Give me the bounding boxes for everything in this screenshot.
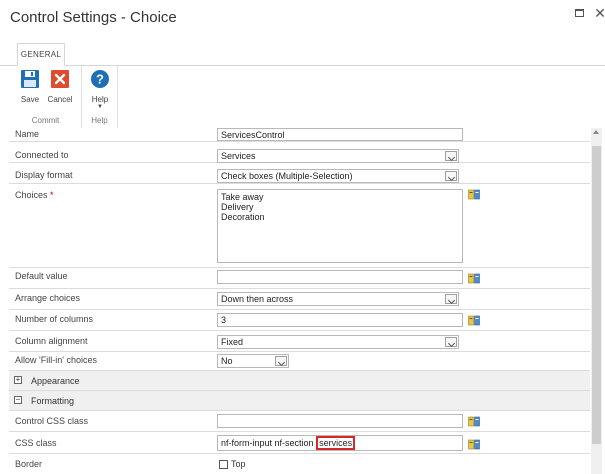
- expand-icon[interactable]: +: [14, 376, 22, 384]
- row-default-value: Default value: [9, 268, 590, 289]
- maximize-button[interactable]: [571, 5, 587, 21]
- maximize-icon: [574, 9, 584, 17]
- row-allow-fill-in: Allow 'Fill-in' choices No: [9, 352, 590, 371]
- number-of-columns-input[interactable]: 3: [217, 313, 463, 327]
- svg-text:?: ?: [96, 72, 104, 87]
- border-top-checkbox[interactable]: [219, 460, 228, 469]
- group-label-commit: Commit: [31, 116, 60, 125]
- css-class-value: nf-form-input nf-section: [221, 438, 314, 448]
- title-bar: Control Settings - Choice ✕: [0, 0, 605, 36]
- allow-fill-in-label: Allow 'Fill-in' choices: [15, 355, 97, 365]
- choices-label-text: Choices: [15, 190, 48, 200]
- default-value-label: Default value: [15, 271, 68, 281]
- cancel-button[interactable]: Cancel: [44, 69, 76, 104]
- settings-form: Name ServicesControl Connected to Servic…: [9, 128, 590, 474]
- chevron-down-icon: [445, 171, 457, 181]
- chevron-down-icon: [275, 356, 287, 366]
- chevron-down-icon: [445, 151, 457, 161]
- row-arrange-choices: Arrange choices Down then across: [9, 289, 590, 310]
- lookup-icon[interactable]: [468, 189, 480, 200]
- allow-fill-in-select[interactable]: No: [217, 354, 289, 368]
- row-connected-to: Connected to Services: [9, 142, 590, 163]
- border-label: Border: [15, 459, 43, 469]
- group-label-help: Help: [91, 116, 108, 125]
- connected-to-label: Connected to: [15, 150, 69, 160]
- required-mark: *: [50, 190, 54, 200]
- row-column-alignment: Column alignment Fixed: [9, 331, 590, 352]
- row-css-class: CSS class nf-form-input nf-section servi…: [9, 432, 590, 454]
- display-format-select[interactable]: Check boxes (Multiple-Selection): [217, 169, 459, 183]
- save-icon: [21, 70, 39, 88]
- allow-fill-in-value: No: [221, 356, 233, 366]
- connected-to-value: Services: [221, 151, 256, 161]
- lookup-icon[interactable]: [468, 439, 480, 450]
- scroll-up-icon[interactable]: [593, 130, 599, 134]
- collapse-icon[interactable]: −: [14, 396, 22, 404]
- css-class-highlight: services: [316, 436, 356, 450]
- border-top-label: Top: [231, 459, 246, 469]
- scrollbar-thumb[interactable]: [592, 146, 601, 444]
- column-alignment-label: Column alignment: [15, 336, 88, 346]
- tab-general[interactable]: GENERAL: [17, 43, 65, 66]
- save-label: Save: [20, 95, 40, 104]
- ribbon-group-help: ? Help ▼ Help: [82, 66, 118, 128]
- arrange-choices-select[interactable]: Down then across: [217, 292, 459, 306]
- close-icon: ✕: [594, 5, 605, 21]
- column-alignment-select[interactable]: Fixed: [217, 335, 459, 349]
- close-button[interactable]: ✕: [592, 5, 605, 21]
- ribbon-tabs: GENERAL: [0, 40, 605, 66]
- section-appearance[interactable]: + Appearance: [9, 371, 590, 391]
- css-class-label: CSS class: [15, 438, 57, 448]
- help-button[interactable]: ? Help ▼: [84, 69, 116, 110]
- window-title: Control Settings - Choice: [10, 9, 177, 26]
- name-label: Name: [15, 129, 40, 139]
- chevron-down-icon: [445, 337, 457, 347]
- section-formatting[interactable]: − Formatting: [9, 391, 590, 411]
- choices-textarea[interactable]: Take away Delivery Decoration: [217, 189, 463, 263]
- section-label-appearance: Appearance: [31, 376, 80, 386]
- default-value-input[interactable]: [217, 270, 463, 284]
- css-class-input[interactable]: nf-form-input nf-section services: [217, 435, 463, 451]
- ribbon-group-commit: Save Cancel Commit: [10, 66, 82, 128]
- name-input[interactable]: ServicesControl: [217, 128, 463, 141]
- connected-to-select[interactable]: Services: [217, 149, 459, 163]
- lookup-icon[interactable]: [468, 273, 480, 284]
- section-label-formatting: Formatting: [31, 396, 75, 406]
- display-format-value: Check boxes (Multiple-Selection): [221, 171, 353, 181]
- choice-item: Take away: [221, 192, 264, 202]
- row-number-of-columns: Number of columns 3: [9, 310, 590, 331]
- ribbon: Save Cancel Commit ? Help ▼ Help: [0, 66, 605, 128]
- arrange-choices-value: Down then across: [221, 294, 294, 304]
- choices-label: Choices *: [15, 190, 54, 200]
- row-name: Name ServicesControl: [9, 128, 590, 142]
- lookup-icon[interactable]: [468, 416, 480, 427]
- column-alignment-value: Fixed: [221, 337, 244, 347]
- number-of-columns-label: Number of columns: [15, 314, 94, 324]
- lookup-icon[interactable]: [468, 315, 480, 326]
- chevron-down-icon: ▼: [97, 104, 103, 110]
- display-format-label: Display format: [15, 170, 73, 180]
- cancel-label: Cancel: [47, 95, 73, 104]
- form-scrollbar[interactable]: [591, 128, 602, 474]
- row-choices: Choices * Take away Delivery Decoration: [9, 184, 590, 268]
- row-border: Border Top: [9, 454, 590, 474]
- control-css-class-label: Control CSS class: [15, 416, 89, 426]
- row-control-css-class: Control CSS class: [9, 411, 590, 432]
- help-label: Help: [91, 95, 109, 104]
- cancel-icon: [51, 70, 69, 88]
- arrange-choices-label: Arrange choices: [15, 293, 81, 303]
- help-icon: ?: [91, 70, 109, 88]
- chevron-down-icon: [445, 294, 457, 304]
- choice-item: Decoration: [221, 212, 265, 222]
- choice-item: Delivery: [221, 202, 254, 212]
- control-css-class-input[interactable]: [217, 414, 463, 428]
- row-display-format: Display format Check boxes (Multiple-Sel…: [9, 163, 590, 184]
- save-button[interactable]: Save: [14, 69, 46, 104]
